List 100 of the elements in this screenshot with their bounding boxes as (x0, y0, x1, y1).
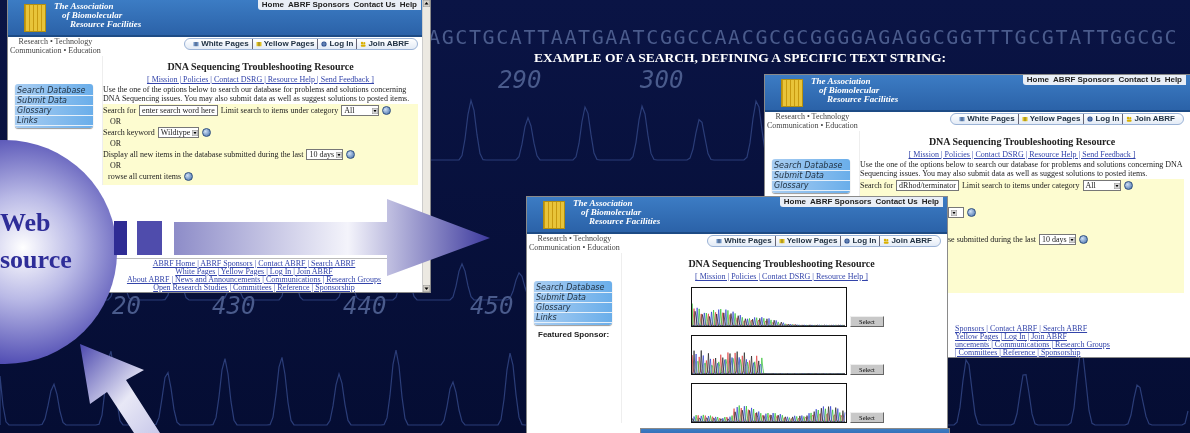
logo-icon (24, 4, 46, 32)
nav-link[interactable]: Contact Us (1118, 75, 1161, 85)
toolbar-link[interactable]: Join ABRF (891, 236, 932, 246)
search-input-field[interactable]: enter search word here (139, 105, 218, 117)
book-icon (959, 116, 966, 122)
period-select-field[interactable]: 10 days (306, 149, 344, 161)
nav-link[interactable]: Contact Us (875, 197, 918, 207)
nav-link[interactable]: Help (399, 0, 417, 10)
go-button[interactable] (184, 172, 194, 182)
book-icon (255, 41, 262, 47)
field-label: Search for (860, 181, 894, 191)
globe-icon (1087, 116, 1094, 122)
caret-icon[interactable] (372, 107, 379, 114)
page-title: DNA Sequencing Troubleshooting Resource (927, 136, 1117, 147)
nav-link[interactable]: Home (783, 197, 807, 207)
toolbar-link[interactable]: Yellow Pages (1029, 114, 1081, 124)
toolbar-link[interactable]: Log In (1095, 114, 1120, 124)
field-label: Search keyword (103, 128, 155, 138)
caret-icon[interactable] (192, 129, 199, 136)
toolbar-link[interactable]: White Pages (201, 39, 249, 49)
base-position-number: 20 (112, 292, 141, 320)
logo-icon (781, 79, 803, 107)
go-button[interactable] (967, 208, 976, 218)
logo-icon (543, 201, 565, 229)
sidebar-item[interactable]: Links (15, 116, 93, 126)
globe-icon (844, 238, 851, 244)
page-title: DNA Sequencing Troubleshooting Resource (166, 61, 355, 72)
nav-link[interactable]: ABRF Sponsors (288, 0, 350, 10)
tagline: Research • Technology Communication • Education (529, 235, 620, 252)
toolbar-link[interactable]: Join ABRF (1134, 114, 1175, 124)
footer-links[interactable]: Yellow Pages | Log In | Join ABRF (955, 333, 1067, 341)
site-name: The Association of Biomolecular Resource Facilities (811, 77, 899, 104)
sidebar-item[interactable]: Search Database (534, 283, 612, 293)
keyword-select-field[interactable]: Wildtype (157, 127, 200, 139)
or-label: OR (110, 161, 122, 171)
slide-heading: EXAMPLE OF A SEARCH, DEFINING A SPECIFIC TEXT STRING: (534, 50, 946, 66)
nav-link[interactable]: ABRF Sponsors (810, 197, 872, 207)
sidebar-item[interactable]: Glossary (534, 303, 612, 313)
sidebar-item[interactable]: Search Database (15, 86, 93, 96)
category-select-field[interactable]: All (1082, 180, 1121, 192)
toolbar-link[interactable]: Log In (329, 39, 354, 49)
nav-link[interactable]: Home (261, 0, 285, 10)
period-select-field[interactable]: 10 days (1039, 234, 1076, 246)
footer-links[interactable]: Open Research Studies | Committees | Reference | Sponsorship (153, 284, 355, 292)
sidebar-item[interactable]: Glossary (772, 181, 850, 191)
scroll-up-icon[interactable] (423, 0, 430, 7)
sidebar-item[interactable]: Submit Data (772, 171, 850, 181)
toolbar-link[interactable]: White Pages (967, 114, 1015, 124)
page-title: DNA Sequencing Troubleshooting Resource (687, 258, 876, 269)
caret-icon[interactable] (951, 209, 957, 216)
scroll-down-icon[interactable] (423, 285, 430, 292)
page-nav-links[interactable]: [ Mission | Policies | Contact DSRG | Resource Help | Send Feedback ] (146, 75, 374, 84)
keyword-select-field[interactable] (948, 207, 964, 219)
footer-links[interactable]: uncements | Communications | Research Groups (955, 341, 1110, 349)
sidebar-item[interactable]: Links (534, 313, 612, 323)
people-icon (1126, 116, 1133, 122)
globe-icon (321, 41, 328, 47)
base-position-number: 440 (343, 292, 387, 320)
footer-links[interactable]: White Pages | Yellow Pages | Log In | Join ABRF (175, 268, 333, 276)
field-label: Limit search to items under category (220, 106, 339, 116)
footer-links[interactable]: About ABRF | News and Announcements | Communications | Research Groups (126, 276, 382, 284)
nav-link[interactable]: Help (921, 197, 939, 207)
sidebar-item[interactable]: Submit Data (534, 293, 612, 303)
footer-links[interactable]: Sponsors | Contact ABRF | Search ABRF (955, 325, 1088, 333)
book-icon (193, 41, 200, 47)
nav-link[interactable]: ABRF Sponsors (1053, 75, 1115, 85)
go-button[interactable] (202, 128, 212, 138)
intro-paragraph: Use the one of the options below to search our database for problems and solutions concerning DNA Sequencing issues. You may also submit data as well as suggest solutions to posted items. (860, 161, 1184, 179)
nav-link[interactable]: Home (1026, 75, 1050, 85)
sponsor-label: Featured Sponsor: (538, 330, 611, 339)
nav-link[interactable]: Help (1164, 75, 1182, 85)
caret-icon[interactable] (1113, 182, 1120, 189)
nav-link[interactable]: Contact Us (353, 0, 396, 10)
base-position-number: 290 (498, 66, 542, 94)
search-input-field[interactable]: dRhod/terminator (896, 180, 959, 192)
caret-icon[interactable] (336, 151, 343, 158)
go-button[interactable] (1123, 181, 1133, 191)
or-label: OR (110, 139, 122, 149)
page-nav-links[interactable]: [ Mission | Policies | Contact DSRG | Resource Help | Send Feedback ] (908, 150, 1136, 159)
go-button[interactable] (346, 150, 356, 160)
toolbar-link[interactable]: Log In (852, 236, 877, 246)
toolbar-link[interactable]: Yellow Pages (786, 236, 838, 246)
book-icon (1021, 116, 1028, 122)
sidebar-item[interactable]: Glossary (15, 106, 93, 116)
footer-links[interactable]: ABRF Home | ABRF Sponsors | Contact ABRF | Search ABRF (152, 260, 356, 268)
sidebar-item[interactable]: Search Database (772, 161, 850, 171)
footer-links[interactable]: | Committees | Reference | Sponsorship (955, 349, 1081, 357)
go-button[interactable] (1078, 235, 1088, 245)
site-name: The Association of Biomolecular Resource Facilities (54, 2, 142, 29)
intro-paragraph: Use the one of the options below to search our database for problems and solutions concerning DNA Sequencing issues. You may also submit data as well as suggest solutions to posted items. (103, 86, 411, 104)
go-button[interactable] (382, 106, 392, 116)
people-icon (883, 238, 890, 244)
toolbar-link[interactable]: Yellow Pages (263, 39, 315, 49)
toolbar-link[interactable]: Join ABRF (368, 39, 409, 49)
sidebar-item[interactable]: Submit Data (15, 96, 93, 106)
toolbar-link[interactable]: White Pages (724, 236, 772, 246)
field-label: rowse all current items (108, 172, 182, 182)
caret-icon[interactable] (1068, 236, 1075, 243)
page-nav-links[interactable]: [ Mission | Policies | Contact DSRG | Resource Help ] (695, 272, 868, 281)
category-select-field[interactable]: All (341, 105, 380, 117)
